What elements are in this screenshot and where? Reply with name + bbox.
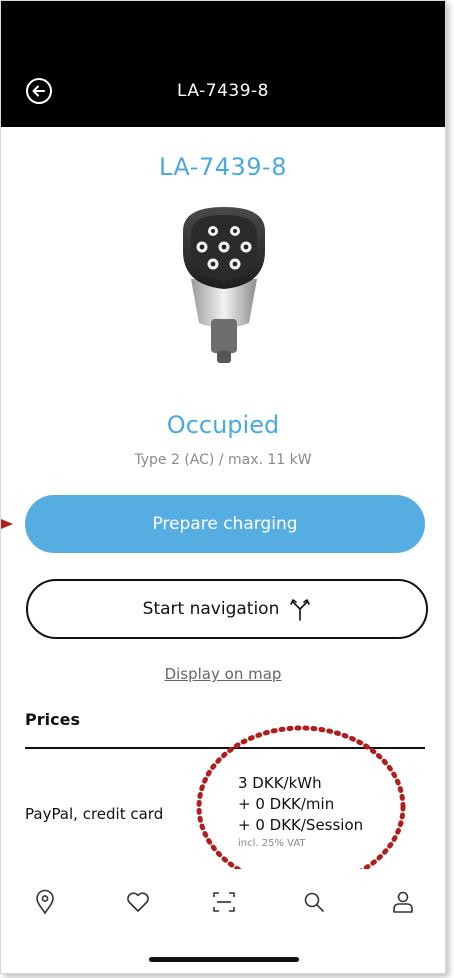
annotation-arrow-icon: [1, 519, 13, 529]
start-navigation-button[interactable]: Start navigation: [26, 579, 428, 639]
app-screen: LA-7439-8 LA-7439-8 Occupied Type 2 (AC)…: [0, 0, 446, 974]
annotation-circle: [196, 725, 406, 889]
station-id: LA-7439-8: [159, 153, 287, 181]
prepare-charging-label: Prepare charging: [152, 514, 298, 534]
display-on-map-link[interactable]: Display on map: [1, 665, 445, 683]
status-text: Occupied: [166, 411, 280, 439]
route-icon: [290, 599, 311, 621]
connector-spec: Type 2 (AC) / max. 11 kW: [134, 452, 312, 468]
type2-plug-icon: [183, 207, 265, 363]
start-navigation-label: Start navigation: [142, 599, 280, 619]
location-pin-icon[interactable]: [32, 889, 58, 915]
user-icon[interactable]: [390, 889, 416, 915]
page-title: LA-7439-8: [177, 81, 269, 101]
scan-icon[interactable]: [211, 889, 237, 915]
home-indicator[interactable]: [149, 957, 299, 962]
prepare-charging-button[interactable]: Prepare charging: [25, 495, 425, 553]
prices-heading: Prices: [25, 710, 80, 729]
payment-methods: PayPal, credit card: [25, 805, 164, 823]
top-bar: LA-7439-8: [1, 1, 445, 127]
search-icon[interactable]: [301, 889, 327, 915]
heart-icon[interactable]: [125, 889, 151, 915]
